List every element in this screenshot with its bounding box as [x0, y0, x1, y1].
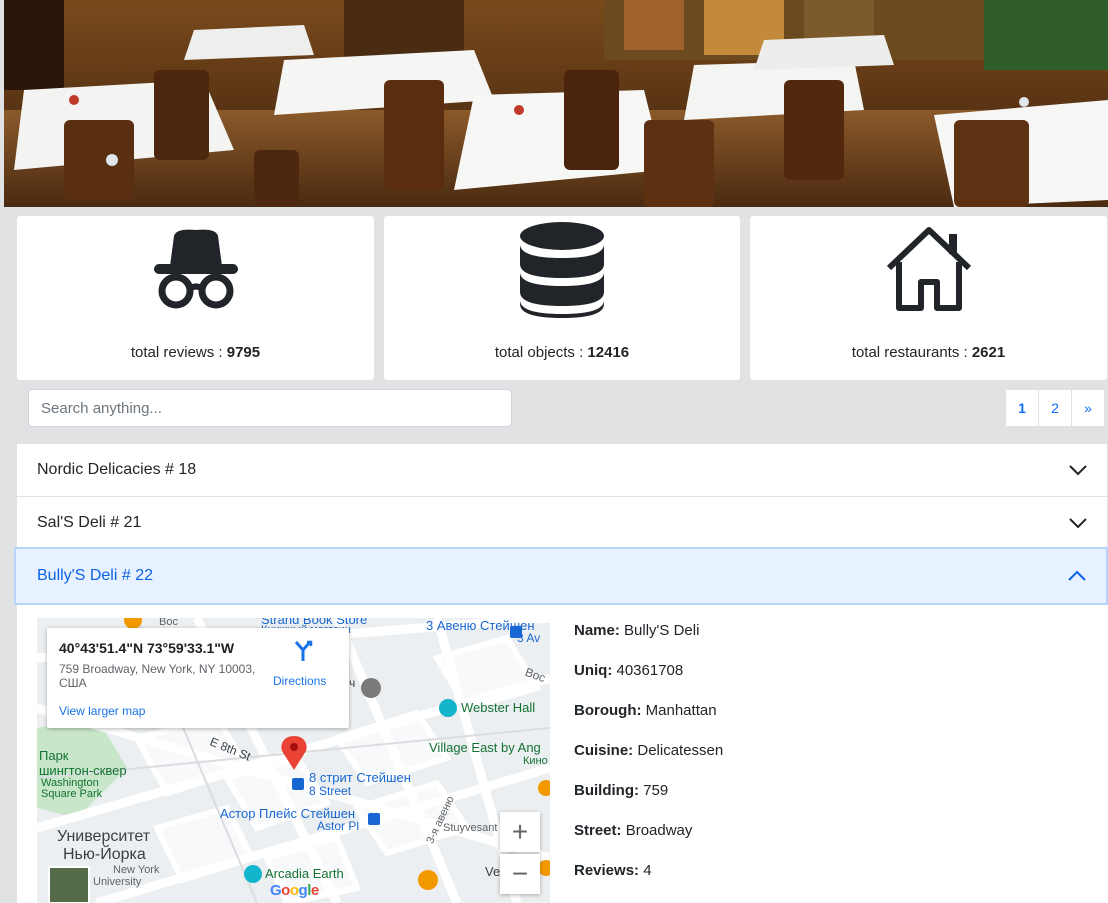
detail-borough: Borough: Manhattan — [574, 702, 717, 719]
incognito-icon — [146, 220, 246, 325]
zoom-out-button[interactable]: − — [500, 854, 540, 894]
detail-reviews: Reviews: 4 — [574, 862, 652, 879]
detail-building: Building: 759 — [574, 782, 669, 799]
stat-card-objects: total objects : 12416 — [384, 216, 740, 380]
stat-card-restaurants: total restaurants : 2621 — [750, 216, 1107, 380]
map-address: 759 Broadway, New York, NY 10003, США — [59, 662, 256, 690]
accordion-item-sals-deli[interactable]: Sal'S Deli # 21 — [16, 496, 1108, 549]
stat-objects-text: total objects : 12416 — [494, 344, 630, 361]
accordion-title: Nordic Delicacies # 18 — [37, 461, 197, 478]
directions-icon[interactable] — [292, 640, 314, 662]
chevron-down-icon — [1069, 517, 1087, 528]
database-icon — [512, 220, 612, 325]
directions-link[interactable]: Directions — [273, 674, 326, 688]
map-info-box: 40°43'51.4"N 73°59'33.1"W 759 Broadway, … — [47, 628, 349, 728]
pagination: 1 2 » — [1005, 389, 1105, 427]
stat-reviews-text: total reviews : 9795 — [130, 344, 261, 361]
accordion-item-nordic-delicacies[interactable]: Nordic Delicacies # 18 — [16, 443, 1108, 497]
chevron-up-icon — [1068, 570, 1086, 581]
house-icon — [879, 220, 979, 325]
page-2-link[interactable]: 2 — [1038, 389, 1072, 427]
map-coordinates: 40°43'51.4"N 73°59'33.1"W — [59, 640, 235, 656]
detail-name: Name: Bully'S Deli — [574, 622, 700, 639]
google-logo: Google — [270, 882, 319, 899]
accordion-title: Sal'S Deli # 21 — [37, 513, 142, 531]
accordion-item-bullys-deli[interactable]: Bully'S Deli # 22 — [14, 547, 1108, 605]
stat-card-reviews: total reviews : 9795 — [17, 216, 374, 380]
zoom-in-button[interactable]: + — [500, 812, 540, 852]
detail-cuisine: Cuisine: Delicatessen — [574, 742, 724, 759]
detail-street: Street: Broadway — [574, 822, 693, 839]
page-1-link[interactable]: 1 — [1005, 389, 1039, 427]
next-page-link[interactable]: » — [1071, 389, 1105, 427]
google-map-embed[interactable]: Strand Book Store Книжный магазин 3 Авен… — [37, 618, 550, 903]
view-larger-map-link[interactable]: View larger map — [59, 704, 145, 718]
chevron-down-icon — [1069, 465, 1087, 476]
search-input[interactable] — [28, 389, 512, 427]
hero-banner-image — [4, 0, 1108, 207]
stat-restaurants-text: total restaurants : 2621 — [851, 344, 1006, 361]
accordion-title: Bully'S Deli # 22 — [37, 567, 153, 584]
detail-uniq: Uniq: 40361708 — [574, 662, 684, 679]
restaurant-details: Name: Bully'S Deli Uniq: 40361708 Boroug… — [574, 620, 723, 900]
